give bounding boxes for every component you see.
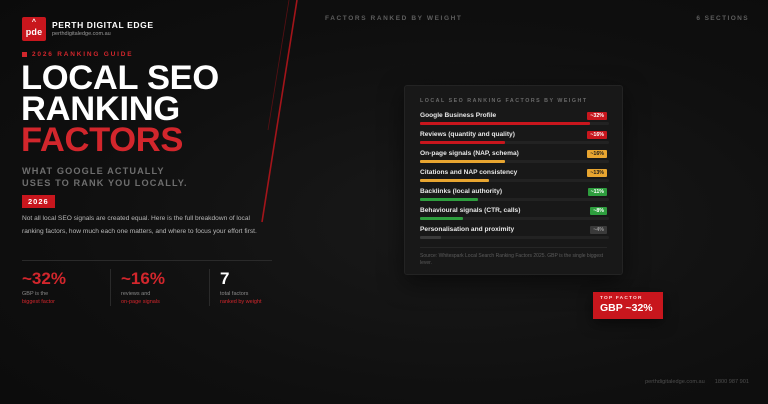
factor-bar-track xyxy=(420,141,609,144)
factor-label: On-page signals (NAP, schema) xyxy=(420,150,519,157)
factor-bar-fill xyxy=(420,179,489,182)
stat-caption-accent: biggest factor xyxy=(22,299,56,305)
footer: perthdigitaledge.com.au 1800 987 901 xyxy=(645,379,749,385)
factor-label: Citations and NAP consistency xyxy=(420,169,518,176)
factor-weight-badge: ~4% xyxy=(590,225,607,234)
factor-weight-badge: ~13% xyxy=(587,168,607,177)
logo-mark-text: pde xyxy=(25,27,43,37)
factor-bar-track xyxy=(420,217,609,220)
stat-value: ~16% xyxy=(121,269,165,288)
eyebrow: 2026 RANKING GUIDE xyxy=(22,51,133,58)
factor-bar-track xyxy=(420,236,609,239)
top-factor-value: GBP ~32% xyxy=(600,302,653,314)
footer-phone-link[interactable]: 1800 987 901 xyxy=(715,379,749,385)
factor-bar-track xyxy=(420,198,609,201)
title-line-3: FACTORS xyxy=(21,121,184,159)
stat-value: 7 xyxy=(220,269,230,288)
factor-list: Google Business Profile ~32% Reviews (quan… xyxy=(420,111,609,244)
footer-url-link[interactable]: perthdigitaledge.com.au xyxy=(645,379,705,385)
card-divider xyxy=(420,247,607,248)
eyebrow-square-icon xyxy=(22,52,27,57)
factor-weight-badge: ~32% xyxy=(587,111,607,120)
factor-bar-track xyxy=(420,160,609,163)
subtitle-line-2: USES TO RANK YOU LOCALLY. xyxy=(22,178,188,188)
page-title: LOCAL SEO RANKING FACTORS xyxy=(21,61,219,159)
factor-label: Google Business Profile xyxy=(420,112,497,119)
stat-reviews: ~16% reviews and on-page signals xyxy=(110,269,209,306)
stat-caption: GBP is the xyxy=(22,291,49,297)
factor-label: Reviews (quantity and quality) xyxy=(420,131,515,138)
factor-row: Reviews (quantity and quality) ~16% xyxy=(420,130,609,149)
factor-bar-fill xyxy=(420,122,590,125)
subtitle-line-1: WHAT GOOGLE ACTUALLY xyxy=(22,166,165,176)
factor-row: Personalisation and proximity ~4% xyxy=(420,225,609,244)
eyebrow-text: 2026 RANKING GUIDE xyxy=(32,51,134,58)
year-badge: 2026 xyxy=(22,195,55,208)
brand-url: perthdigitaledge.com.au xyxy=(52,31,111,37)
brand-name: PERTH DIGITAL EDGE xyxy=(52,20,154,30)
stat-caption-accent: on-page signals xyxy=(121,299,160,305)
stat-caption: total factors xyxy=(220,291,249,297)
factor-bar-fill xyxy=(420,217,463,220)
divider xyxy=(22,260,272,261)
factor-bar-fill xyxy=(420,236,441,239)
intro-text: Not all local SEO signals are created eq… xyxy=(22,215,257,235)
factor-bar-track xyxy=(420,122,609,125)
factor-row: Backlinks (local authority) ~11% xyxy=(420,187,609,206)
logo-caret-icon: ^ xyxy=(31,19,37,26)
subtitle: WHAT GOOGLE ACTUALLY USES TO RANK YOU LO… xyxy=(22,165,188,189)
topbar-label: FACTORS RANKED BY WEIGHT xyxy=(325,15,463,22)
ranking-factors-card: LOCAL SEO RANKING FACTORS BY WEIGHT Goog… xyxy=(404,85,623,275)
factor-row: Citations and NAP consistency ~13% xyxy=(420,168,609,187)
factor-bar-fill xyxy=(420,198,478,201)
factor-bar-fill xyxy=(420,160,505,163)
brand-logo[interactable]: ^ pde PERTH DIGITAL EDGE perthdigitaledg… xyxy=(22,17,154,41)
factor-weight-badge: ~16% xyxy=(587,149,607,158)
card-title: LOCAL SEO RANKING FACTORS BY WEIGHT xyxy=(420,98,588,104)
stats-row: ~32% GBP is the biggest factor ~16% revi… xyxy=(22,269,308,306)
stat-value: ~32% xyxy=(22,269,66,288)
top-factor-badge: TOP FACTOR GBP ~32% xyxy=(593,292,663,319)
factor-weight-badge: ~16% xyxy=(587,130,607,139)
factor-row: Google Business Profile ~32% xyxy=(420,111,609,130)
factor-bar-fill xyxy=(420,141,505,144)
stat-caption-accent: ranked by weight xyxy=(220,299,262,305)
factor-row: On-page signals (NAP, schema) ~16% xyxy=(420,149,609,168)
factor-row: Behavioural signals (CTR, calls) ~8% xyxy=(420,206,609,225)
factor-weight-badge: ~8% xyxy=(590,206,607,215)
stat-gbp: ~32% GBP is the biggest factor xyxy=(22,269,110,306)
factor-label: Behavioural signals (CTR, calls) xyxy=(420,207,521,214)
factor-weight-badge: ~11% xyxy=(587,187,607,196)
logo-mark: ^ pde xyxy=(22,17,46,41)
factor-bar-track xyxy=(420,179,609,182)
source-note: Source: Whitespark Local Search Ranking … xyxy=(420,253,604,266)
factor-label: Backlinks (local authority) xyxy=(420,188,503,195)
stat-total-factors: 7 total factors ranked by weight xyxy=(209,269,308,306)
factor-label: Personalisation and proximity xyxy=(420,226,515,233)
sections-count[interactable]: 6 SECTIONS xyxy=(696,15,749,22)
stat-caption: reviews and xyxy=(121,291,151,297)
